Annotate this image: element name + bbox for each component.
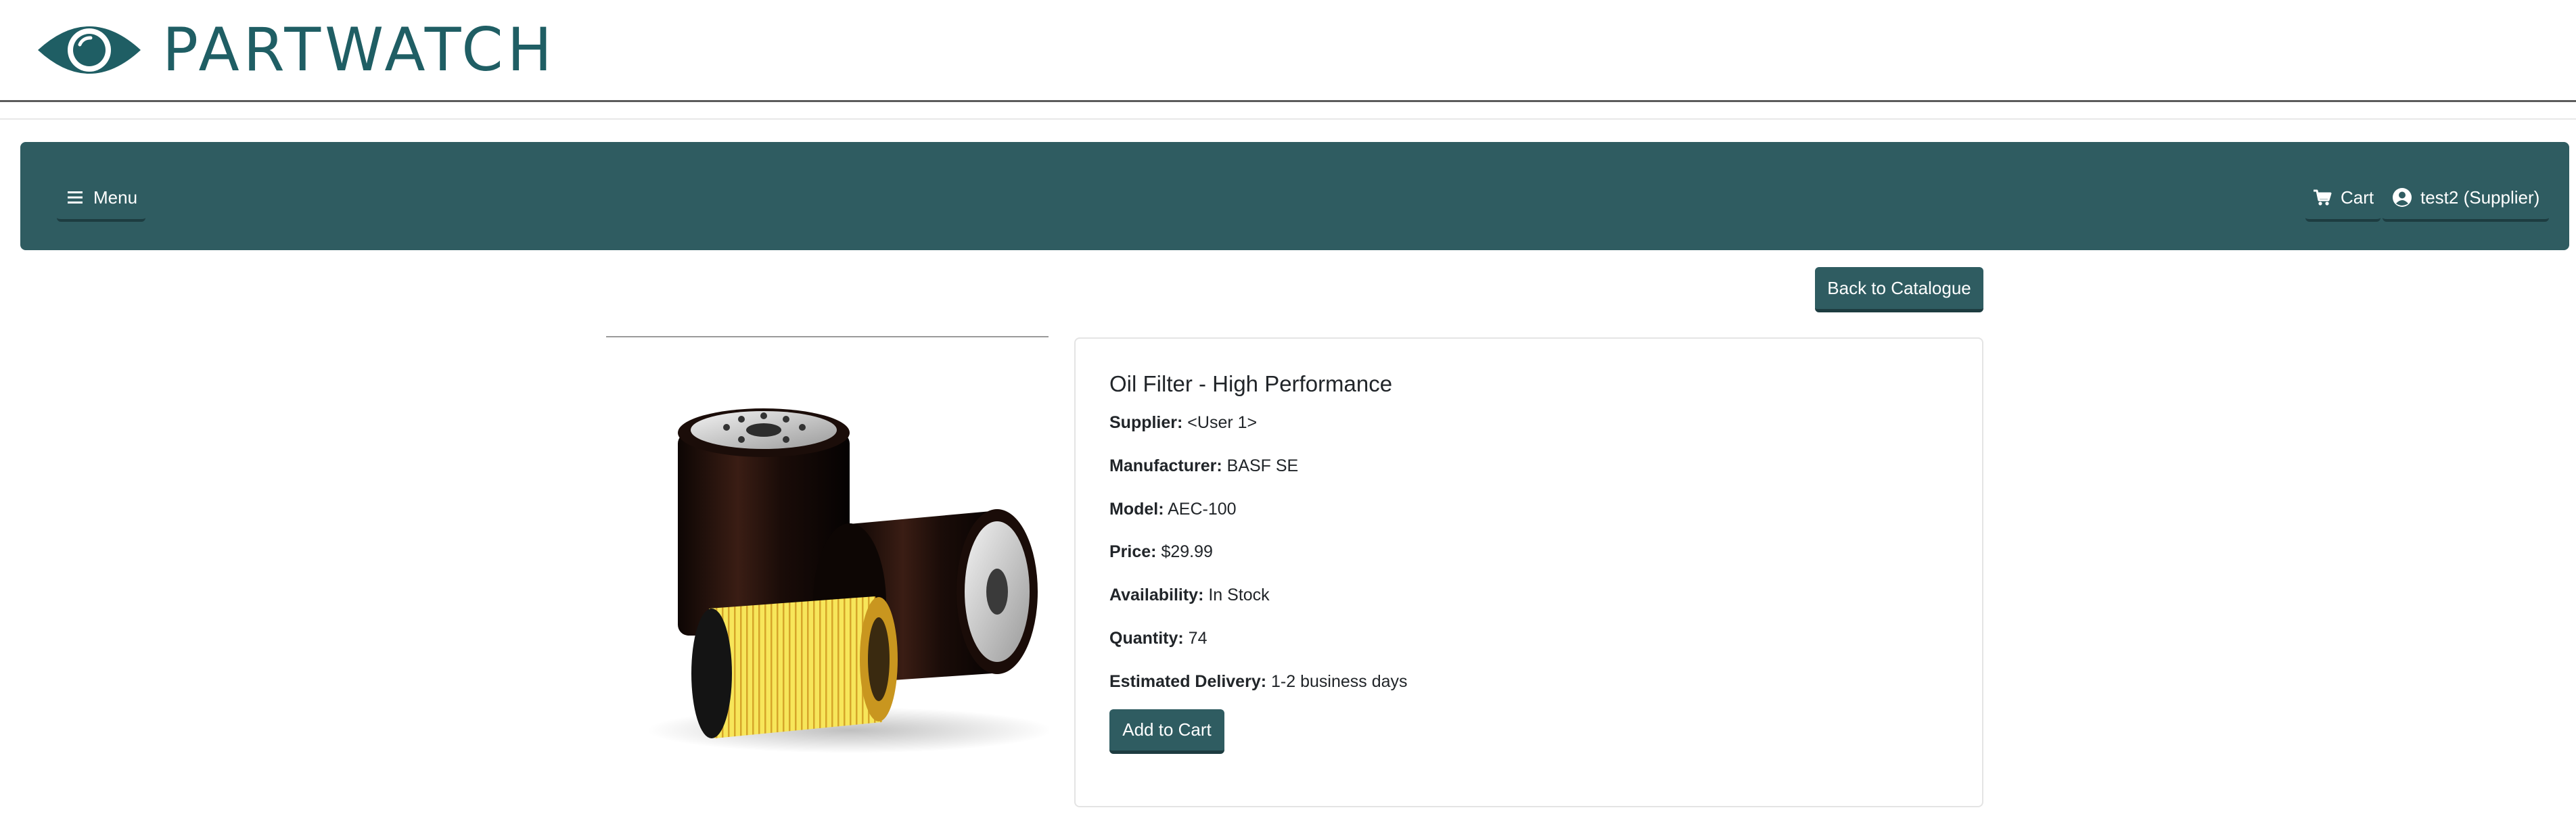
menu-label: Menu	[93, 187, 138, 208]
hamburger-icon	[68, 191, 83, 204]
supplier-row: Supplier: <User 1>	[1109, 413, 1257, 433]
manufacturer-value: BASF SE	[1226, 456, 1299, 475]
eye-icon	[38, 26, 141, 74]
availability-row: Availability: In Stock	[1109, 586, 1270, 605]
field-label: Manufacturer:	[1109, 456, 1222, 475]
main-navbar: Menu Cart test2 (Supplier)	[20, 142, 2569, 250]
field-label: Supplier:	[1109, 413, 1183, 432]
estimated-delivery-row: Estimated Delivery: 1-2 business days	[1109, 672, 1408, 692]
model-row: Model: AEC-100	[1109, 500, 1237, 519]
product-details-card: Oil Filter - High Performance Supplier: …	[1074, 337, 1983, 807]
estimated-delivery-value: 1-2 business days	[1271, 672, 1408, 691]
supplier-value: <User 1>	[1187, 413, 1258, 432]
cart-button[interactable]: Cart	[2305, 176, 2381, 222]
manufacturer-row: Manufacturer: BASF SE	[1109, 456, 1298, 476]
brand-logo[interactable]: PARTWATCH	[35, 14, 556, 87]
field-label: Model:	[1109, 500, 1164, 519]
header-divider-light	[0, 118, 2576, 120]
menu-button[interactable]: Menu	[57, 176, 146, 222]
cart-icon	[2314, 189, 2332, 206]
cart-label: Cart	[2341, 187, 2374, 208]
user-circle-icon	[2393, 188, 2412, 207]
header-divider	[0, 100, 2576, 102]
model-value: AEC-100	[1168, 500, 1237, 519]
price-row: Price: $29.99	[1109, 542, 1213, 562]
price-value: $29.99	[1161, 542, 1213, 561]
user-label: test2 (Supplier)	[2420, 187, 2540, 208]
field-label: Quantity:	[1109, 629, 1184, 648]
user-account-button[interactable]: test2 (Supplier)	[2383, 176, 2550, 222]
image-divider	[606, 336, 1049, 337]
quantity-value: 74	[1188, 629, 1208, 648]
quantity-row: Quantity: 74	[1109, 629, 1207, 648]
product-image	[647, 408, 1049, 753]
product-page: PARTWATCH Menu Cart test2 (Supplier) Bac…	[0, 0, 2576, 833]
brand-name: PARTWATCH	[162, 15, 556, 85]
add-to-cart-button[interactable]: Add to Cart	[1109, 709, 1224, 754]
field-label: Price:	[1109, 542, 1157, 561]
field-label: Estimated Delivery:	[1109, 672, 1267, 691]
availability-value: In Stock	[1208, 586, 1270, 604]
field-label: Availability:	[1109, 586, 1204, 604]
product-title: Oil Filter - High Performance	[1109, 371, 1393, 396]
back-to-catalogue-button[interactable]: Back to Catalogue	[1815, 267, 1983, 312]
